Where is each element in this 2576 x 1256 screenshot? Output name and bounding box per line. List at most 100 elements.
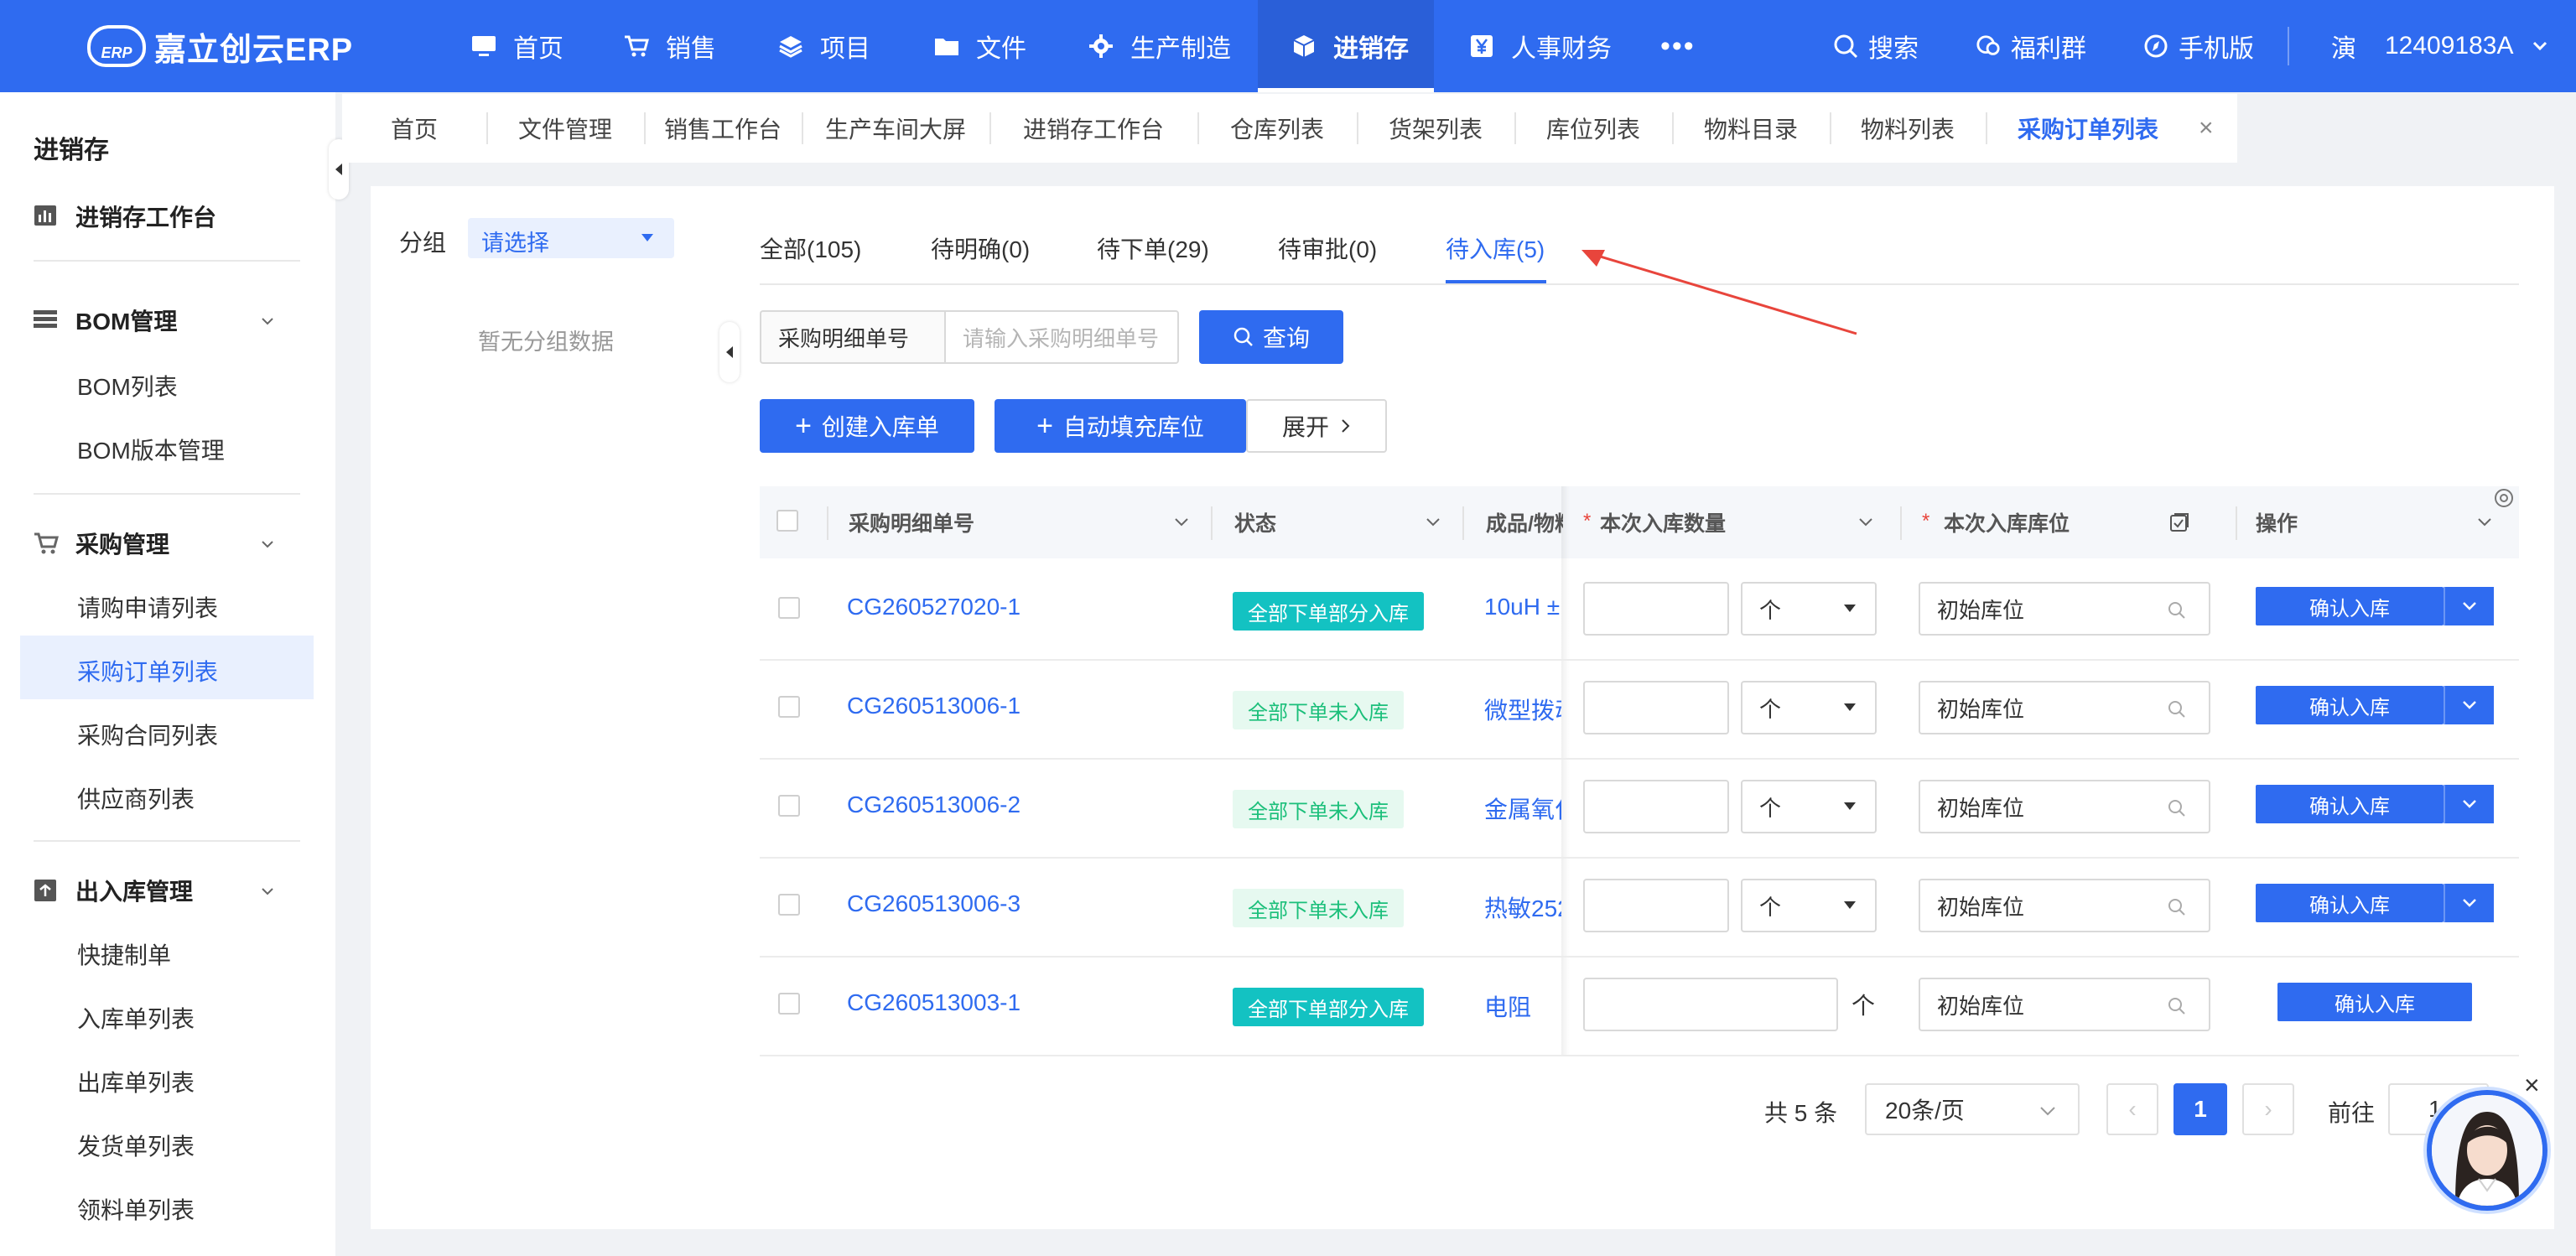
unit-select[interactable]: 个 bbox=[1741, 780, 1877, 833]
page-1-button[interactable]: 1 bbox=[2174, 1083, 2227, 1135]
tab-material-catalog[interactable]: 物料目录 bbox=[1672, 94, 1830, 163]
status-tab-pending-confirm[interactable]: 待明确(0) bbox=[931, 231, 1030, 265]
sidebar-item-inbound-list[interactable]: 入库单列表 bbox=[77, 1001, 195, 1035]
nav-inventory[interactable]: 进销存 bbox=[1258, 0, 1434, 92]
confirm-inbound-button[interactable]: 确认入库 bbox=[2256, 785, 2444, 823]
location-select[interactable]: 初始库位 bbox=[1919, 879, 2210, 932]
create-inbound-button[interactable]: + 创建入库单 bbox=[760, 399, 974, 453]
row-checkbox[interactable] bbox=[778, 993, 800, 1015]
table-settings-icon[interactable] bbox=[2492, 486, 2516, 510]
group-select[interactable]: 请选择 bbox=[468, 218, 674, 258]
unit-select[interactable]: 个 bbox=[1741, 582, 1877, 636]
autofill-location-button[interactable]: + 自动填充库位 bbox=[995, 399, 1246, 453]
sidebar-item-bom-version[interactable]: BOM版本管理 bbox=[77, 433, 225, 466]
sidebar-item-quick-order[interactable]: 快捷制单 bbox=[77, 937, 171, 971]
chevron-down-icon[interactable] bbox=[260, 884, 275, 899]
nav-project[interactable]: 项目 bbox=[778, 0, 887, 92]
material-link[interactable]: 微型拨动 bbox=[1484, 693, 1561, 726]
inbound-qty-input[interactable] bbox=[1583, 582, 1729, 636]
search-input[interactable]: 请输入采购明细单号 bbox=[944, 310, 1179, 364]
column-header-inbound-location[interactable]: 本次入库库位 bbox=[1944, 486, 2070, 558]
order-no-link[interactable]: CG260513006-2 bbox=[847, 791, 1021, 818]
more-actions-dropdown[interactable] bbox=[2444, 587, 2494, 625]
user-menu[interactable]: 演 12409183A bbox=[2331, 0, 2549, 92]
next-page-button[interactable]: › bbox=[2242, 1083, 2294, 1135]
tab-file-management[interactable]: 文件管理 bbox=[486, 94, 644, 163]
close-icon[interactable]: × bbox=[2524, 1070, 2540, 1101]
welfare-group-button[interactable]: 福利群 bbox=[1976, 0, 2093, 92]
status-tab-all[interactable]: 全部(105) bbox=[760, 231, 861, 265]
query-button[interactable]: 查询 bbox=[1199, 310, 1343, 364]
row-checkbox[interactable] bbox=[778, 597, 800, 619]
top-search-button[interactable]: 搜索 bbox=[1833, 0, 1942, 92]
sidebar-item-purchase-contracts[interactable]: 采购合同列表 bbox=[77, 718, 218, 751]
confirm-inbound-button[interactable]: 确认入库 bbox=[2256, 884, 2444, 922]
sidebar-item-picking-list[interactable]: 领料单列表 bbox=[77, 1192, 195, 1226]
confirm-inbound-button[interactable]: 确认入库 bbox=[2256, 587, 2444, 625]
chevron-down-icon[interactable] bbox=[260, 537, 275, 552]
sidebar-item-requisition[interactable]: 请购申请列表 bbox=[77, 590, 218, 624]
more-actions-dropdown[interactable] bbox=[2444, 785, 2494, 823]
column-header-status[interactable]: 状态 bbox=[1234, 486, 1276, 558]
tab-warehouse-list[interactable]: 仓库列表 bbox=[1197, 94, 1357, 163]
material-link[interactable]: 热敏252 bbox=[1484, 890, 1561, 924]
column-header-order-no[interactable]: 采购明细单号 bbox=[849, 486, 974, 558]
status-tab-pending-order[interactable]: 待下单(29) bbox=[1097, 231, 1209, 265]
sidebar-group-stock-io[interactable]: 出入库管理 bbox=[34, 874, 193, 907]
chevron-down-icon[interactable] bbox=[1858, 516, 1873, 528]
nav-more[interactable]: ••• bbox=[1660, 0, 1711, 92]
tab-shelf-list[interactable]: 货架列表 bbox=[1357, 94, 1514, 163]
order-no-link[interactable]: CG260527020-1 bbox=[847, 594, 1021, 620]
page-size-select[interactable]: 20条/页 bbox=[1865, 1083, 2080, 1135]
chevron-down-icon[interactable] bbox=[2477, 516, 2492, 528]
location-select[interactable]: 初始库位 bbox=[1919, 978, 2210, 1031]
nav-hr-finance[interactable]: 人事财务 bbox=[1469, 0, 1620, 92]
inbound-qty-input[interactable] bbox=[1583, 780, 1729, 833]
tab-location-list[interactable]: 库位列表 bbox=[1514, 94, 1672, 163]
tab-sales-workbench[interactable]: 销售工作台 bbox=[644, 94, 802, 163]
chevron-down-icon[interactable] bbox=[1174, 516, 1189, 528]
sidebar-item-suppliers[interactable]: 供应商列表 bbox=[77, 781, 195, 815]
nav-files[interactable]: 文件 bbox=[934, 0, 1043, 92]
mobile-version-button[interactable]: 手机版 bbox=[2143, 0, 2261, 92]
tab-production-screen[interactable]: 生产车间大屏 bbox=[802, 94, 989, 163]
tab-purchase-orders[interactable]: 采购订单列表 × bbox=[1986, 94, 2237, 163]
sidebar-group-bom[interactable]: BOM管理 bbox=[34, 304, 177, 337]
status-tab-pending-approval[interactable]: 待审批(0) bbox=[1278, 231, 1377, 265]
tab-inventory-workbench[interactable]: 进销存工作台 bbox=[989, 94, 1197, 163]
expand-button[interactable]: 展开 bbox=[1246, 399, 1387, 453]
more-actions-dropdown[interactable] bbox=[2444, 686, 2494, 724]
material-link[interactable]: 金属氧化 bbox=[1484, 791, 1561, 825]
unit-select[interactable]: 个 bbox=[1741, 681, 1877, 734]
inbound-qty-input[interactable] bbox=[1583, 978, 1838, 1031]
tab-material-list[interactable]: 物料列表 bbox=[1830, 94, 1986, 163]
sidebar-item-delivery-list[interactable]: 发货单列表 bbox=[77, 1129, 195, 1162]
material-link[interactable]: 电阻 bbox=[1484, 989, 1561, 1023]
group-panel-collapse[interactable] bbox=[719, 322, 740, 382]
column-header-inbound-qty[interactable]: 本次入库数量 bbox=[1600, 486, 1726, 558]
batch-edit-icon[interactable] bbox=[2168, 511, 2190, 533]
confirm-inbound-button[interactable]: 确认入库 bbox=[2256, 686, 2444, 724]
row-checkbox[interactable] bbox=[778, 696, 800, 718]
more-actions-dropdown[interactable] bbox=[2444, 884, 2494, 922]
location-select[interactable]: 初始库位 bbox=[1919, 582, 2210, 636]
inbound-qty-input[interactable] bbox=[1583, 879, 1729, 932]
sidebar-item-workbench[interactable]: 进销存工作台 bbox=[34, 200, 216, 233]
sidebar-group-purchase[interactable]: 采购管理 bbox=[34, 527, 169, 560]
location-select[interactable]: 初始库位 bbox=[1919, 681, 2210, 734]
select-all-checkbox[interactable] bbox=[776, 510, 798, 532]
assistant-avatar[interactable] bbox=[2427, 1090, 2547, 1211]
confirm-inbound-button[interactable]: 确认入库 bbox=[2277, 983, 2472, 1021]
nav-home[interactable]: 首页 bbox=[471, 0, 580, 92]
app-logo[interactable]: ERP 嘉立创云ERP bbox=[87, 23, 353, 69]
nav-manufacturing[interactable]: 生产制造 bbox=[1088, 0, 1256, 92]
row-checkbox[interactable] bbox=[778, 894, 800, 916]
location-select[interactable]: 初始库位 bbox=[1919, 780, 2210, 833]
prev-page-button[interactable]: ‹ bbox=[2106, 1083, 2158, 1135]
chevron-down-icon[interactable] bbox=[260, 314, 275, 329]
order-no-link[interactable]: CG260513003-1 bbox=[847, 989, 1021, 1016]
sidebar-item-bom-list[interactable]: BOM列表 bbox=[77, 369, 178, 402]
sidebar-item-purchase-orders[interactable]: 采购订单列表 bbox=[77, 654, 218, 688]
inbound-qty-input[interactable] bbox=[1583, 681, 1729, 734]
order-no-link[interactable]: CG260513006-1 bbox=[847, 693, 1021, 719]
